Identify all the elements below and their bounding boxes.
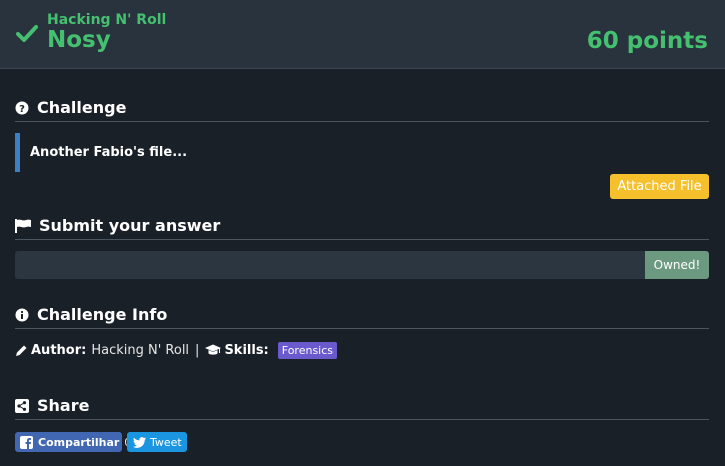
answer-input[interactable] [15, 251, 645, 279]
facebook-share-label: Compartilhar [38, 435, 120, 449]
submit-section-title: Submit your answer [15, 212, 709, 240]
challenge-header: Hacking N' Roll Nosy 60 points [0, 0, 725, 69]
graduation-cap-icon [205, 344, 222, 357]
pencil-icon [15, 344, 28, 357]
skills-label: Skills: [224, 342, 269, 358]
info-separator: | [195, 342, 200, 358]
challenge-description-text: Another Fabio's file... [30, 145, 188, 160]
info-title: Challenge Info [37, 305, 168, 324]
tweet-label: Tweet [150, 435, 182, 449]
skill-badge: Forensics [277, 341, 338, 359]
author-label: Author: [31, 342, 87, 358]
author-value: Hacking N' Roll [91, 342, 190, 358]
owned-button[interactable]: Owned! [645, 251, 709, 279]
challenge-title: Challenge [37, 98, 127, 117]
info-section-title: Challenge Info [15, 301, 709, 329]
question-circle-icon: ? [15, 101, 29, 115]
svg-text:?: ? [19, 104, 25, 115]
check-icon [16, 24, 38, 44]
info-circle-icon [15, 308, 29, 322]
share-title: Share [37, 396, 90, 415]
challenge-category: Hacking N' Roll [47, 12, 167, 28]
challenge-section-title: ? Challenge [15, 94, 709, 122]
submit-title: Submit your answer [39, 216, 221, 235]
challenge-name: Nosy [47, 27, 111, 53]
attached-file-button[interactable]: Attached File [610, 174, 709, 199]
share-square-icon [15, 398, 29, 413]
twitter-icon [133, 436, 146, 448]
facebook-icon [20, 435, 33, 449]
facebook-share-button[interactable]: Compartilhar 0 [15, 432, 131, 452]
tweet-button[interactable]: Tweet [127, 432, 187, 452]
challenge-points: 60 points [586, 28, 708, 54]
share-section-title: Share [15, 392, 709, 420]
flag-icon [15, 218, 31, 233]
challenge-info-line: Author: Hacking N' Roll | Skills: Forens… [15, 340, 338, 360]
challenge-description: Another Fabio's file... [15, 133, 709, 172]
